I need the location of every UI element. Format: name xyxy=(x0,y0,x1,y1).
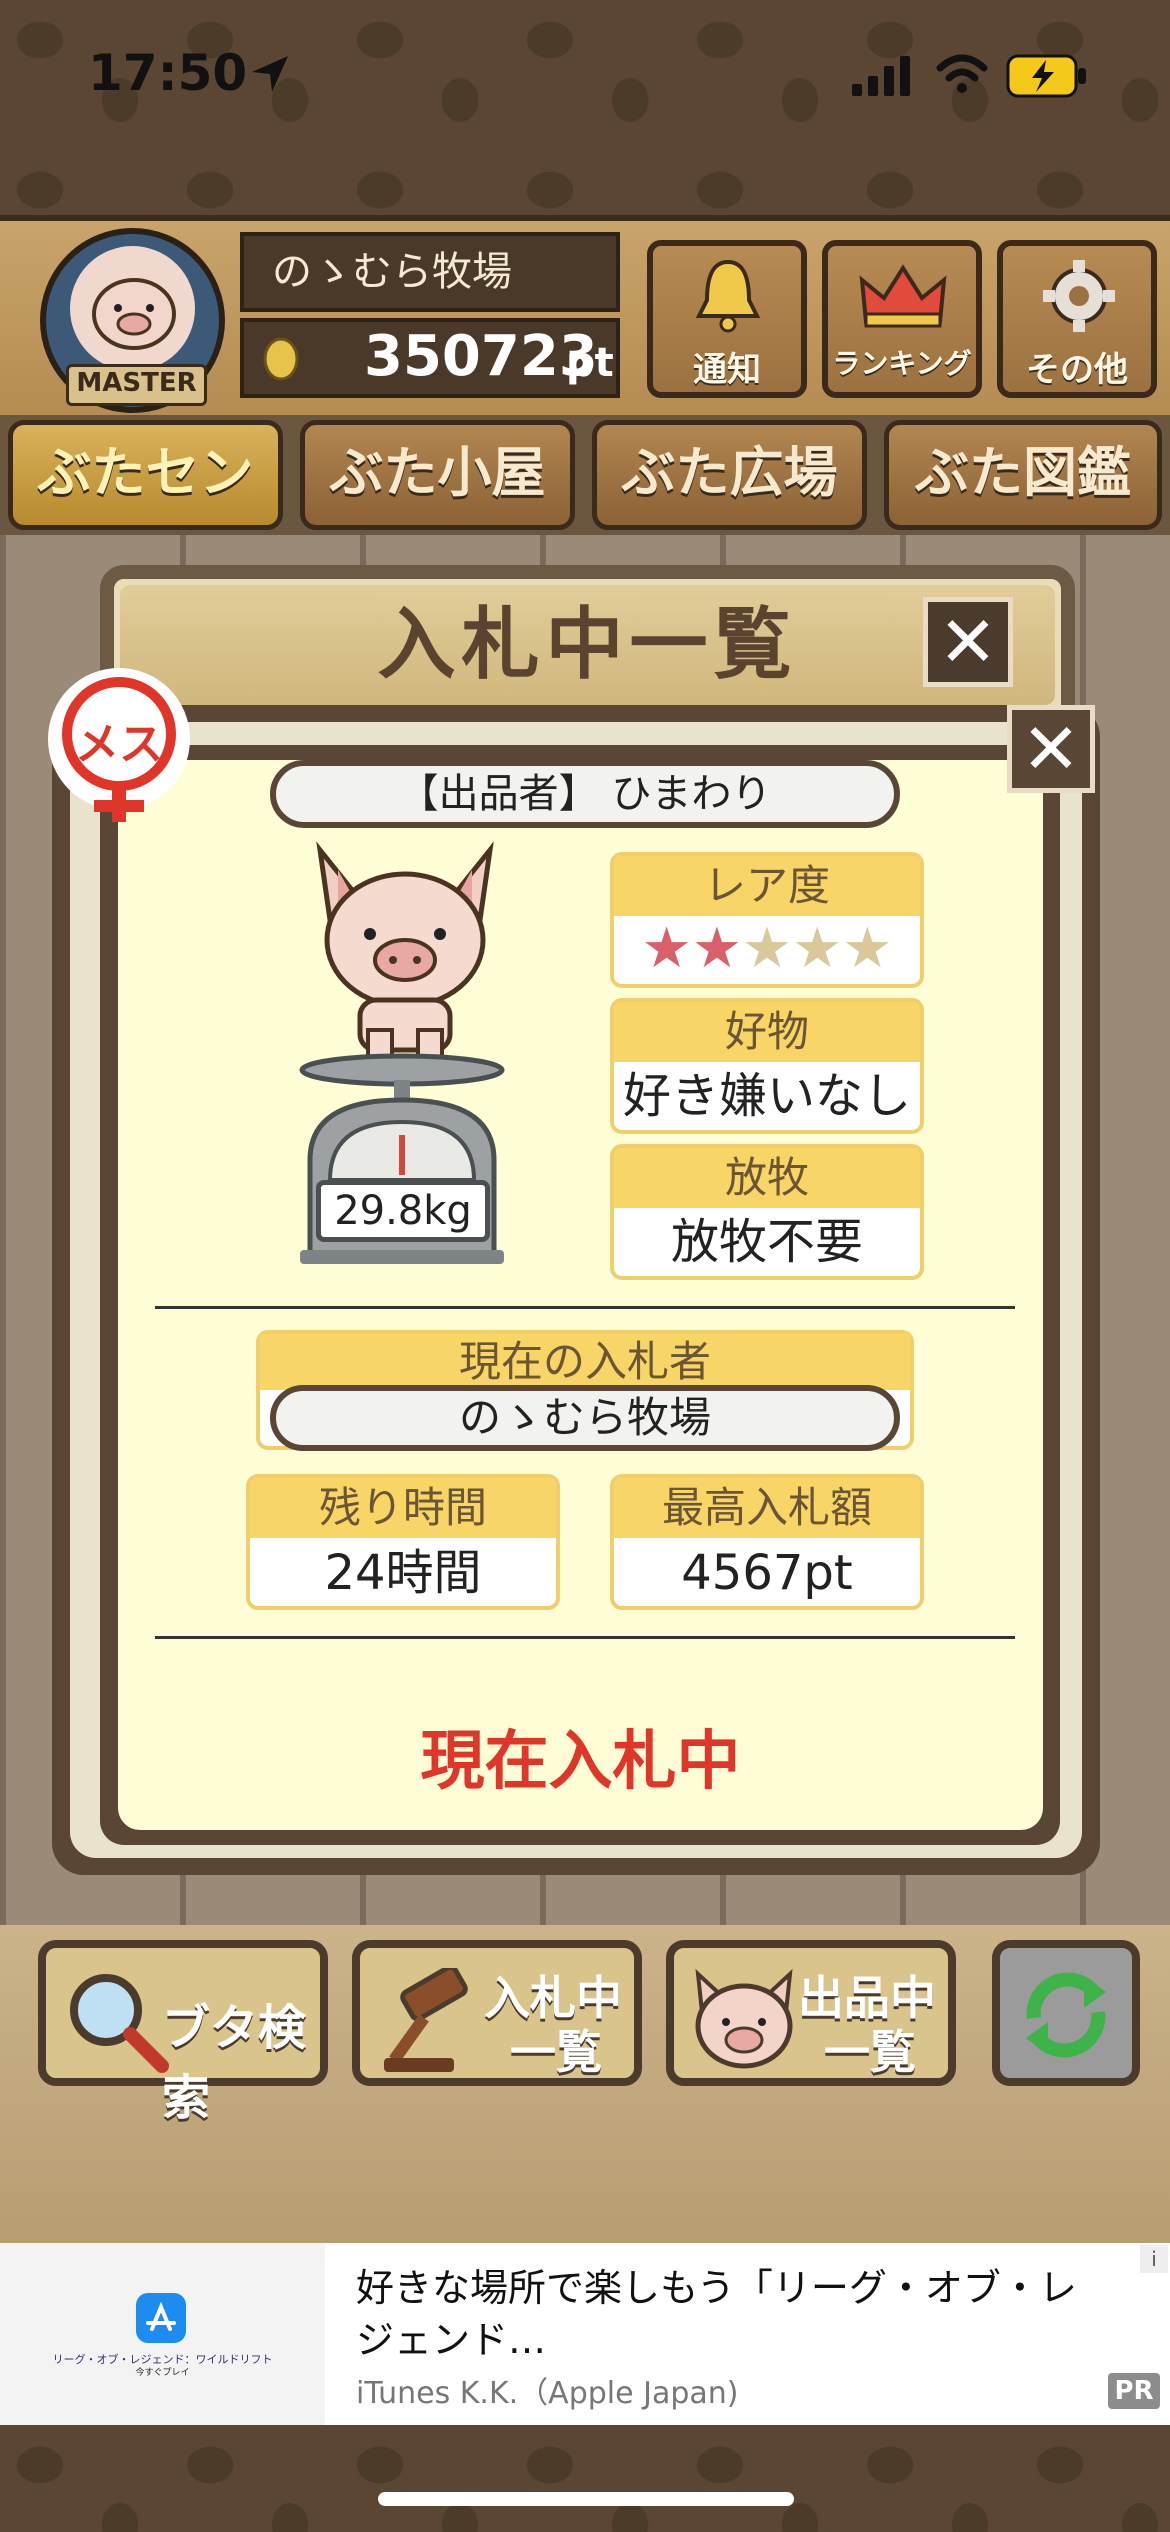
ad-pr-badge: PR xyxy=(1108,2373,1160,2409)
current-bidder-label: 現在の入札者 xyxy=(260,1334,910,1390)
pig-face-icon xyxy=(695,1968,793,2069)
star-empty-icon: ★ xyxy=(792,916,843,981)
listing-list-label-2: 一覧 xyxy=(824,2025,916,2079)
pig-search-button[interactable]: ブタ検索 xyxy=(38,1940,328,2126)
points-unit: pt xyxy=(566,340,614,386)
tab-buta-hut[interactable]: ぶた小屋 xyxy=(300,420,575,530)
time-left-label: 残り時間 xyxy=(250,1478,556,1538)
pig-face-icon xyxy=(92,278,176,350)
app-store-icon xyxy=(136,2293,186,2343)
card-close-button[interactable]: ✕ xyxy=(1007,705,1095,793)
notification-label: 通知 xyxy=(693,350,761,390)
highest-bid-box: 最高入札額 4567pt xyxy=(610,1474,924,1610)
favorite-food-label: 好物 xyxy=(614,1002,920,1062)
grazing-label: 放牧 xyxy=(614,1148,920,1208)
magnifier-icon xyxy=(70,1974,169,2073)
wifi-icon xyxy=(936,54,988,93)
tab-buta-center[interactable]: ぶたセンター xyxy=(8,420,283,600)
gender-label: メス xyxy=(75,719,163,770)
bidding-list-title: 入札中一覧 xyxy=(120,585,1055,705)
battery-icon xyxy=(1006,54,1086,98)
gear-icon xyxy=(1043,260,1115,332)
home-indicator[interactable] xyxy=(378,2492,794,2506)
seller-name: 【出品者】 ひまわり xyxy=(270,760,900,828)
tab-buta-encyclopedia[interactable]: ぶた図鑑 xyxy=(884,420,1162,530)
star-empty-icon: ★ xyxy=(842,916,893,981)
ranking-label: ランキング xyxy=(832,347,972,380)
rarity-box: レア度 ★★★★★ xyxy=(610,852,924,988)
ranking-button[interactable]: ランキング xyxy=(822,240,982,398)
status-time: 17:50 xyxy=(88,44,248,102)
notification-button[interactable]: 通知 xyxy=(647,240,807,398)
refresh-button[interactable] xyxy=(992,1940,1140,2086)
rarity-stars: ★★★★★ xyxy=(614,916,920,982)
favorite-food-value: 好き嫌いなし xyxy=(622,1068,911,1124)
list-close-button[interactable]: ✕ xyxy=(923,597,1013,687)
coin-icon xyxy=(263,337,299,381)
bottom-background xyxy=(0,2425,1170,2532)
ad-info-icon[interactable]: i xyxy=(1140,2245,1168,2273)
other-button[interactable]: その他 xyxy=(997,240,1157,398)
points-value: 350723 xyxy=(364,324,598,389)
listing-list-button[interactable]: 出品中 一覧 xyxy=(666,1940,956,2086)
divider-bottom xyxy=(155,1636,1015,1639)
gavel-icon xyxy=(384,1968,468,2072)
ad-title[interactable]: 好きな場所で楽しもう「リーグ・オブ・レジェンド… xyxy=(356,2262,1096,2366)
time-left-value: 24時間 xyxy=(324,1545,482,1601)
rarity-label: レア度 xyxy=(614,856,920,916)
farm-name: のゝむら牧場 xyxy=(240,232,620,312)
ad-advertiser: iTunes K.K.（Apple Japan) xyxy=(356,2376,739,2411)
time-left-box: 残り時間 24時間 xyxy=(246,1474,560,1610)
star-filled-icon: ★ xyxy=(641,916,692,981)
master-badge[interactable]: MASTER xyxy=(40,228,225,413)
star-filled-icon: ★ xyxy=(691,916,742,981)
signal-icon xyxy=(852,56,910,96)
grazing-box: 放牧 放牧不要 xyxy=(610,1144,924,1280)
bell-icon xyxy=(695,259,761,333)
pig-search-label: ブタ検索 xyxy=(162,2000,307,2126)
location-arrow-icon xyxy=(252,56,288,92)
points-box: 350723 pt xyxy=(240,318,620,398)
bidding-list-button[interactable]: 入札中 一覧 xyxy=(352,1940,642,2086)
tab-buta-plaza[interactable]: ぶた広場 xyxy=(592,420,867,530)
current-bidder-name: のゝむら牧場 xyxy=(270,1385,900,1451)
master-label: MASTER xyxy=(66,364,207,406)
refresh-icon xyxy=(1026,1972,1106,2058)
star-empty-icon: ★ xyxy=(741,916,793,981)
top-background xyxy=(0,150,1170,215)
crown-icon xyxy=(859,264,947,328)
highest-bid-value: 4567pt xyxy=(681,1545,853,1601)
bidding-status: 現在入札中 xyxy=(420,1725,741,1799)
gender-badge: メス xyxy=(48,668,190,822)
ad-app-area[interactable]: リーグ・オブ・レジェンド：ワイルドリフト 今すぐプレイ xyxy=(0,2243,325,2425)
divider-top xyxy=(155,1306,1015,1309)
favorite-food-box: 好物 好き嫌いなし xyxy=(610,998,924,1134)
highest-bid-label: 最高入札額 xyxy=(614,1478,920,1538)
ad-app-subcaption: 今すぐプレイ xyxy=(135,2368,190,2378)
grazing-value: 放牧不要 xyxy=(670,1214,863,1270)
bidding-list-label-2: 一覧 xyxy=(510,2025,602,2079)
pig-weight: 29.8kg xyxy=(316,1180,490,1242)
other-label: その他 xyxy=(1026,350,1128,390)
